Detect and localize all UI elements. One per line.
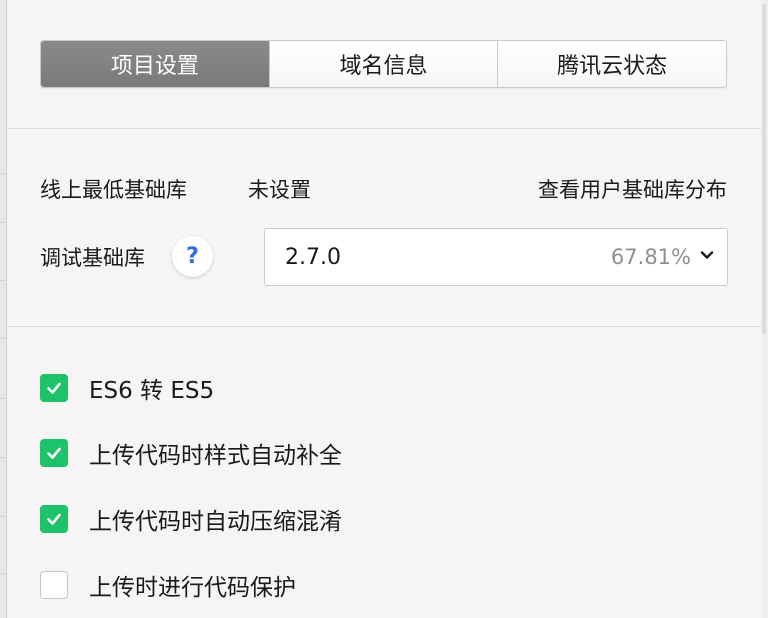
online-min-lib-label: 线上最低基础库 [40, 178, 187, 202]
edge-tick [0, 222, 7, 223]
option-code-protection[interactable]: 上传时进行代码保护 [40, 569, 296, 601]
checkmark-icon [47, 382, 61, 394]
option-es6-to-es5[interactable]: ES6 转 ES5 [40, 372, 214, 404]
edge-tick [0, 173, 7, 174]
option-label: 上传时进行代码保护 [89, 575, 296, 601]
project-settings-panel: 项目设置 域名信息 腾讯云状态 线上最低基础库 未设置 查看用户基础库分布 调试… [7, 0, 761, 618]
checkbox-checked[interactable] [40, 505, 68, 533]
option-label: 上传代码时样式自动补全 [89, 443, 342, 469]
edge-tick [0, 573, 7, 574]
online-min-lib-value: 未设置 [248, 178, 311, 202]
scrollbar-thumb[interactable] [762, 4, 766, 334]
checkbox-unchecked[interactable] [40, 571, 68, 599]
edge-tick [0, 398, 7, 399]
tab-project-settings[interactable]: 项目设置 [41, 41, 270, 87]
checkbox-checked[interactable] [40, 439, 68, 467]
checkmark-icon [47, 513, 61, 525]
edge-tick [0, 280, 7, 281]
checkmark-icon [47, 447, 61, 459]
edge-tick [0, 338, 7, 339]
option-minify-obfuscate[interactable]: 上传代码时自动压缩混淆 [40, 503, 342, 535]
tab-domain-info[interactable]: 域名信息 [269, 41, 499, 87]
view-lib-distribution-link[interactable]: 查看用户基础库分布 [538, 174, 727, 204]
help-icon[interactable]: ? [172, 236, 213, 277]
section-divider [7, 128, 761, 129]
checkbox-checked[interactable] [40, 374, 68, 402]
edge-tick [0, 516, 7, 517]
option-label: 上传代码时自动压缩混淆 [89, 509, 342, 535]
debug-lib-label: 调试基础库 [40, 246, 145, 270]
edge-tick [0, 457, 7, 458]
settings-tab-bar: 项目设置 域名信息 腾讯云状态 [40, 40, 727, 88]
chevron-down-icon [700, 251, 714, 259]
scrollbar[interactable] [761, 0, 768, 618]
option-style-autocomplete[interactable]: 上传代码时样式自动补全 [40, 437, 342, 469]
debug-lib-version-select[interactable]: 2.7.0 67.81% [264, 228, 728, 286]
tab-tencent-cloud-status[interactable]: 腾讯云状态 [498, 41, 726, 87]
version-usage-percent: 67.81% [610, 245, 691, 269]
left-panel-edge [0, 0, 7, 618]
section-divider [7, 326, 761, 327]
selected-version: 2.7.0 [285, 244, 341, 270]
option-label: ES6 转 ES5 [89, 378, 215, 404]
